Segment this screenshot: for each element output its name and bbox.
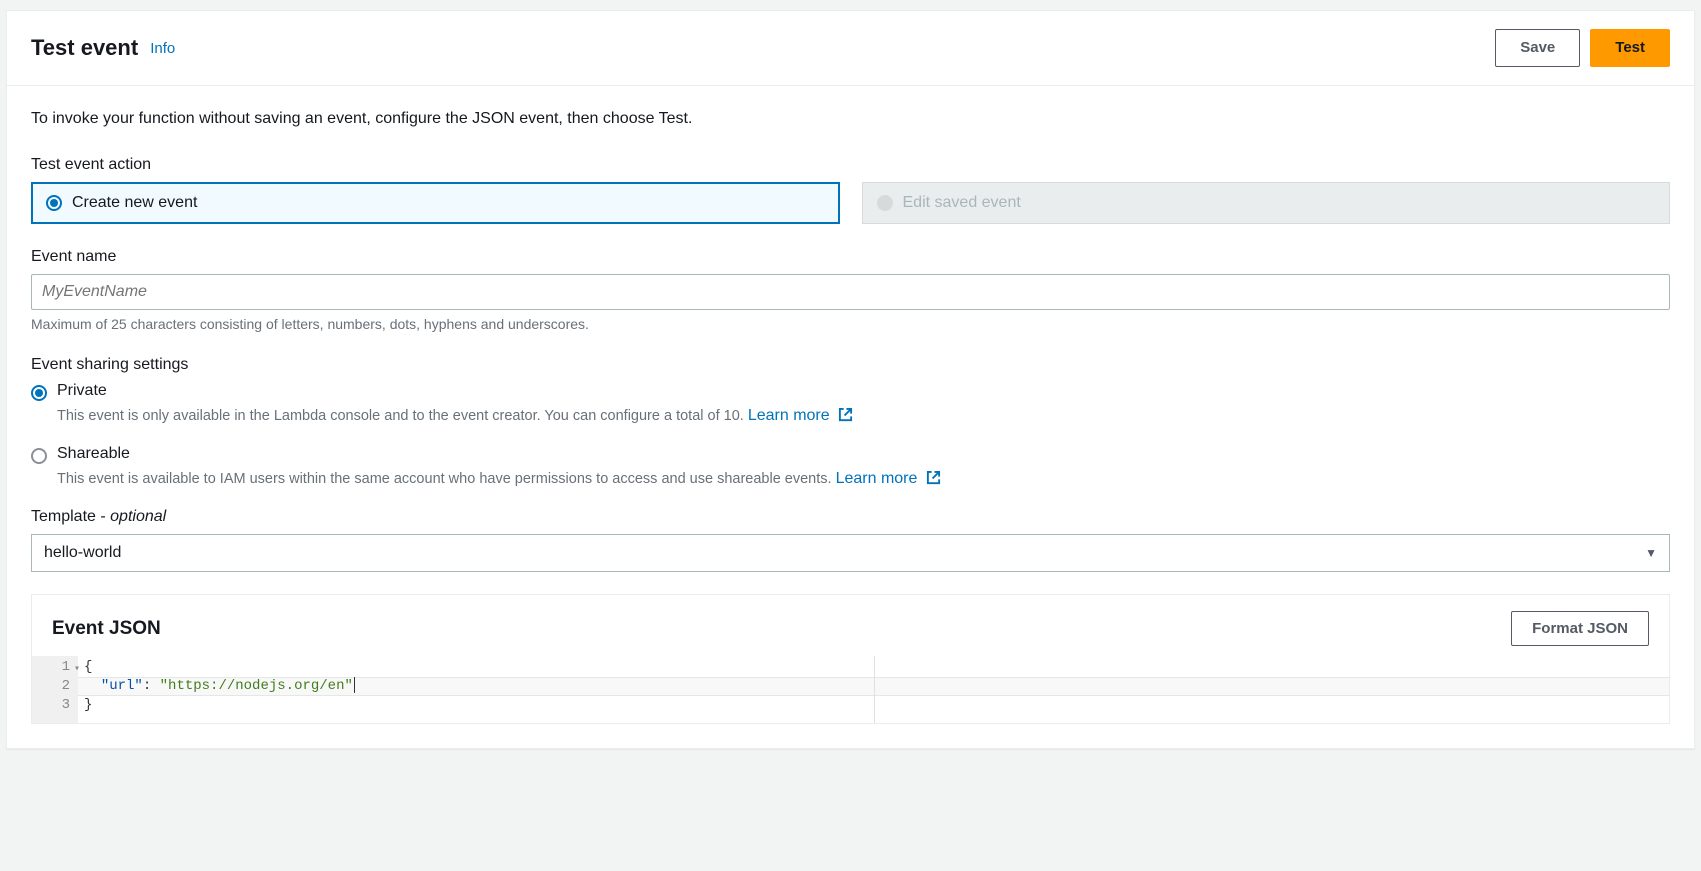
learn-more-shareable-link[interactable]: Learn more — [836, 470, 941, 487]
sharing-private-option[interactable]: Private — [31, 382, 1670, 401]
create-new-event-label: Create new event — [72, 194, 197, 212]
sharing-shareable-option[interactable]: Shareable — [31, 445, 1670, 464]
panel-header: Test event Info Save Test — [7, 11, 1694, 86]
info-link[interactable]: Info — [150, 40, 175, 57]
format-json-button[interactable]: Format JSON — [1511, 611, 1649, 646]
test-event-panel: Test event Info Save Test To invoke your… — [6, 10, 1695, 749]
external-link-icon — [926, 470, 941, 490]
shareable-title: Shareable — [57, 445, 130, 463]
test-button[interactable]: Test — [1590, 29, 1670, 67]
save-button[interactable]: Save — [1495, 29, 1580, 67]
intro-text: To invoke your function without saving a… — [31, 110, 1670, 128]
external-link-icon — [838, 407, 853, 427]
radio-icon — [31, 448, 47, 464]
learn-more-private-link[interactable]: Learn more — [748, 407, 853, 424]
event-name-label: Event name — [31, 248, 1670, 266]
json-title: Event JSON — [52, 618, 161, 640]
radio-icon — [31, 385, 47, 401]
event-name-input[interactable] — [31, 274, 1670, 310]
radio-icon — [877, 195, 893, 211]
action-label: Test event action — [31, 156, 1670, 174]
chevron-down-icon: ▼ — [1645, 546, 1657, 560]
editor-gutter: 1▾ 2 3 — [32, 656, 78, 723]
private-title: Private — [57, 382, 107, 400]
radio-icon — [46, 195, 62, 211]
event-json-panel: Event JSON Format JSON 1▾ 2 3 { "url": "… — [31, 594, 1670, 724]
edit-saved-event-tile: Edit saved event — [862, 182, 1671, 224]
panel-title: Test event — [31, 35, 138, 61]
editor-body[interactable]: { "url": "https://nodejs.org/en" } — [78, 656, 1669, 723]
panel-body: To invoke your function without saving a… — [7, 86, 1694, 748]
template-select[interactable]: hello-world ▼ — [31, 534, 1670, 572]
sharing-label: Event sharing settings — [31, 356, 1670, 374]
template-value: hello-world — [44, 544, 121, 562]
json-header: Event JSON Format JSON — [32, 595, 1669, 656]
template-label: Template - optional — [31, 508, 1670, 526]
text-cursor — [354, 677, 355, 693]
edit-saved-event-label: Edit saved event — [903, 194, 1021, 212]
create-new-event-tile[interactable]: Create new event — [31, 182, 840, 224]
shareable-desc: This event is available to IAM users wit… — [57, 470, 1670, 490]
header-actions: Save Test — [1495, 29, 1670, 67]
json-editor[interactable]: 1▾ 2 3 { "url": "https://nodejs.org/en" … — [32, 656, 1669, 723]
event-name-helper: Maximum of 25 characters consisting of l… — [31, 316, 1670, 332]
private-desc: This event is only available in the Lamb… — [57, 407, 1670, 427]
action-toggle-row: Create new event Edit saved event — [31, 182, 1670, 224]
